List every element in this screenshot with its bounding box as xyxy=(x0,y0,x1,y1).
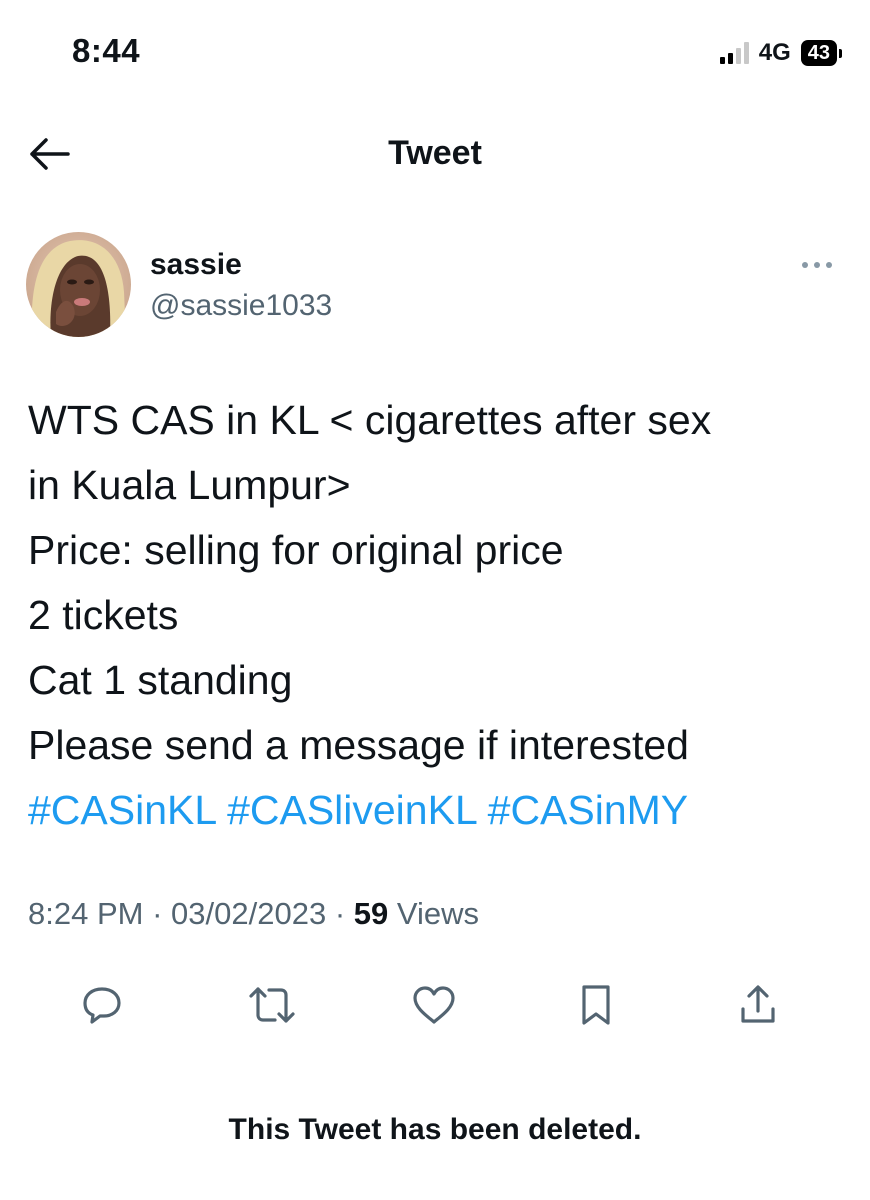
hashtag-link[interactable]: #CASinMY xyxy=(488,787,689,833)
meta-separator: · xyxy=(334,896,346,931)
tweet-text-line: 2 tickets xyxy=(28,592,179,638)
signal-icon xyxy=(719,42,749,64)
retweet-button[interactable] xyxy=(242,975,302,1035)
views-label[interactable]: Views xyxy=(397,896,479,931)
tweet-meta: 8:24 PM · 03/02/2023 · 59 Views xyxy=(28,896,479,932)
meta-separator: · xyxy=(152,896,163,931)
avatar[interactable] xyxy=(26,232,131,337)
hashtags: #CASinKL #CASliveinKL #CASinMY xyxy=(28,778,843,843)
author-display-name[interactable]: sassie xyxy=(150,248,242,282)
tweet-actions xyxy=(0,975,870,1035)
nav-bar: Tweet xyxy=(0,120,870,190)
status-bar: 8:44 4G 43 xyxy=(0,0,870,100)
network-type: 4G xyxy=(758,39,791,66)
reply-button[interactable] xyxy=(72,975,132,1035)
views-count[interactable]: 59 xyxy=(354,896,388,931)
bookmark-icon xyxy=(582,985,610,1025)
status-time: 8:44 xyxy=(72,32,141,69)
tweet-text-line: in Kuala Lumpur> xyxy=(28,462,351,508)
battery-level: 43 xyxy=(800,40,837,66)
hashtag-link[interactable]: #CASliveinKL xyxy=(227,787,476,833)
share-icon xyxy=(741,985,775,1023)
hashtag-link[interactable]: #CASinKL xyxy=(28,787,216,833)
tweet-text: WTS CAS in KL < cigarettes after sex in … xyxy=(28,388,843,843)
tweet-text-line: Please send a message if interested xyxy=(28,722,689,768)
battery-icon: 43 xyxy=(800,40,842,66)
like-icon xyxy=(413,986,455,1024)
deleted-notice: This Tweet has been deleted. xyxy=(228,1113,642,1146)
reply-icon xyxy=(83,987,121,1024)
status-indicators: 4G 43 xyxy=(719,36,842,70)
bookmark-button[interactable] xyxy=(566,975,626,1035)
share-button[interactable] xyxy=(728,975,788,1035)
page-title: Tweet xyxy=(388,134,482,172)
like-button[interactable] xyxy=(404,975,464,1035)
retweet-icon xyxy=(249,987,295,1023)
tweet-author: sassie @sassie1033 xyxy=(26,232,844,342)
tweet-text-line: Cat 1 standing xyxy=(28,657,293,703)
author-handle[interactable]: @sassie1033 xyxy=(150,289,332,323)
more-options-icon[interactable] xyxy=(800,258,834,272)
tweet-date[interactable]: 03/02/2023 xyxy=(171,896,326,931)
tweet-time[interactable]: 8:24 PM xyxy=(28,896,143,931)
tweet-text-line: Price: selling for original price xyxy=(28,527,564,573)
tweet-text-line: WTS CAS in KL < cigarettes after sex xyxy=(28,397,712,443)
